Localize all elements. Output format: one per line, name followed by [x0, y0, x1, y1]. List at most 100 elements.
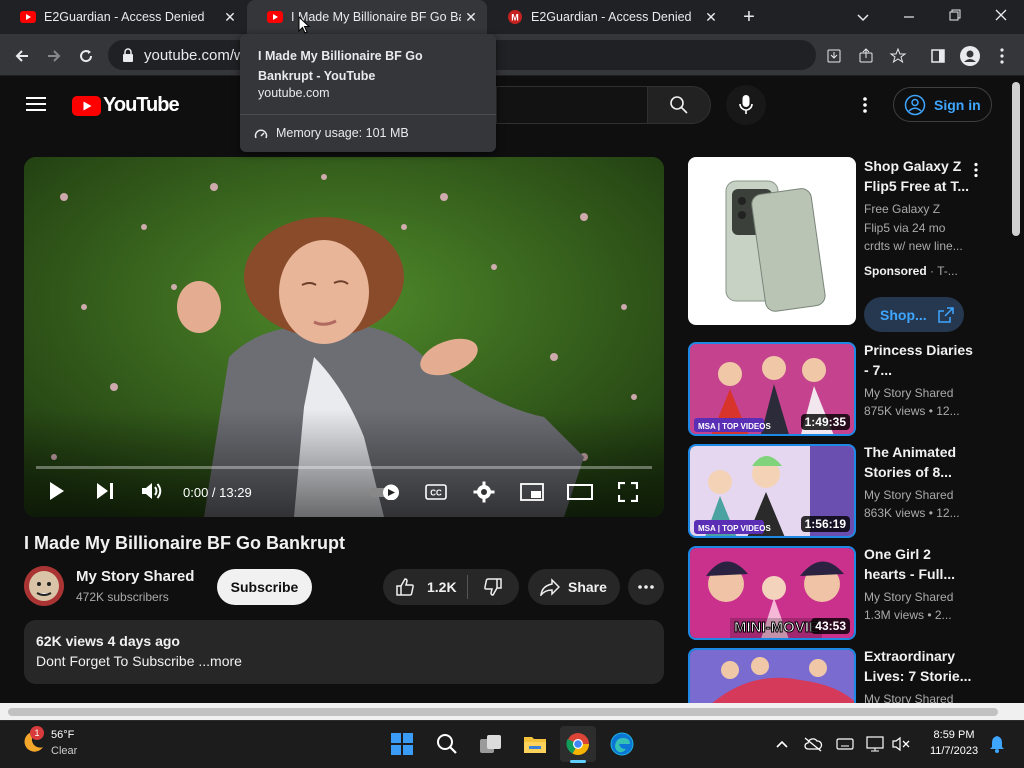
back-icon[interactable] — [8, 42, 36, 70]
voice-search-button[interactable] — [726, 85, 766, 125]
thumbs-up-icon — [396, 578, 414, 596]
volume-muted-icon[interactable] — [892, 734, 912, 754]
thumbnail-art — [690, 650, 854, 703]
keyboard-icon[interactable] — [835, 734, 855, 754]
lock-icon[interactable] — [122, 48, 134, 62]
advertiser-name: · T-... — [926, 264, 958, 278]
volume-icon[interactable] — [141, 480, 163, 502]
hovercard-title: I Made My Billionaire BF Go Bankrupt - Y… — [258, 49, 423, 83]
tab-strip: E2Guardian - Access Denied ✕ I Made My B… — [0, 0, 1024, 34]
subscribe-button[interactable]: Subscribe — [217, 569, 312, 605]
settings-more-icon[interactable] — [862, 96, 868, 119]
weather-widget[interactable]: 1 — [20, 726, 46, 755]
video-title[interactable]: The Animated Stories of 8... — [864, 442, 974, 482]
youtube-icon — [267, 9, 283, 25]
channel-name[interactable]: My Story Shared — [76, 568, 194, 585]
new-tab-button[interactable]: + — [738, 6, 760, 28]
tab-e2guardian-1[interactable]: E2Guardian - Access Denied ✕ — [0, 0, 246, 34]
chrome-icon[interactable] — [560, 726, 596, 762]
ad-menu-icon[interactable] — [973, 162, 979, 183]
bookmark-star-icon[interactable] — [884, 42, 912, 70]
clock-time[interactable]: 8:59 PM — [925, 729, 983, 741]
ad-title[interactable]: Shop Galaxy Z Flip5 Free at T... — [864, 156, 974, 196]
show-hidden-icons[interactable] — [772, 734, 792, 754]
autoplay-toggle[interactable] — [367, 482, 403, 502]
tab-search-icon[interactable] — [854, 8, 872, 26]
clock-date[interactable]: 11/7/2023 — [923, 745, 985, 757]
svg-text:CC: CC — [430, 489, 442, 498]
miniplayer-icon[interactable] — [520, 481, 544, 503]
video-duration: 1:49:35 — [800, 414, 850, 430]
close-tab-icon[interactable]: ✕ — [703, 9, 719, 25]
video-thumbnail[interactable]: MSA | TOP VIDEOS 1:49:35 — [688, 342, 856, 436]
external-link-icon — [937, 306, 954, 323]
video-thumbnail[interactable] — [688, 648, 856, 703]
like-dislike-group: 1.2K — [383, 569, 519, 605]
svg-text:M: M — [511, 13, 519, 23]
ad-shop-button[interactable]: Shop... — [864, 297, 964, 332]
notification-bell-icon[interactable] — [987, 734, 1007, 754]
settings-gear-icon[interactable] — [472, 481, 496, 503]
ad-thumbnail[interactable] — [688, 157, 856, 325]
video-title[interactable]: One Girl 2 hearts - Full... — [864, 544, 974, 584]
file-explorer-icon[interactable] — [517, 726, 553, 762]
close-window-icon[interactable] — [992, 6, 1010, 24]
play-icon[interactable] — [46, 480, 68, 502]
description-box[interactable]: 62K views 4 days ago Dont Forget To Subs… — [24, 620, 664, 684]
ad-description: Free Galaxy Z Flip5 via 24 mo crdts w/ n… — [864, 202, 963, 253]
hovercard-memory: Memory usage: 101 MB — [276, 126, 409, 140]
video-meta: 863K views • 12... — [864, 506, 960, 520]
tab-e2guardian-2[interactable]: M E2Guardian - Access Denied ✕ — [487, 0, 727, 34]
theater-mode-icon[interactable] — [566, 481, 594, 503]
video-thumbnail[interactable]: MINI-MOVIE 43:53 — [688, 546, 856, 640]
next-video-icon[interactable] — [94, 480, 116, 502]
video-thumbnail[interactable]: MSA | TOP VIDEOS 1:56:19 — [688, 444, 856, 538]
side-panel-icon[interactable] — [924, 42, 952, 70]
search-button[interactable] — [647, 86, 711, 124]
hovercard-domain: youtube.com — [258, 86, 330, 100]
reload-icon[interactable] — [72, 42, 100, 70]
network-display-icon[interactable] — [866, 734, 886, 754]
thumbnail-caption: MINI-MOVIE — [734, 619, 820, 637]
search-input[interactable] — [496, 86, 648, 124]
task-view-icon[interactable] — [473, 726, 509, 762]
hamburger-menu-icon[interactable] — [26, 96, 46, 112]
chrome-menu-icon[interactable] — [988, 42, 1016, 70]
youtube-logo[interactable]: YouTube — [72, 94, 180, 117]
channel-avatar[interactable] — [24, 566, 64, 606]
vertical-scrollbar-thumb[interactable] — [1012, 82, 1020, 236]
restore-window-icon[interactable] — [946, 6, 964, 24]
horizontal-scrollbar-thumb[interactable] — [8, 708, 998, 716]
close-tab-icon[interactable]: ✕ — [463, 9, 479, 25]
profile-icon[interactable] — [956, 42, 984, 70]
sign-in-button[interactable]: Sign in — [893, 87, 992, 122]
search-icon[interactable] — [429, 726, 465, 762]
more-actions-button[interactable] — [628, 569, 664, 605]
like-button[interactable]: 1.2K — [383, 569, 467, 605]
video-title: I Made My Billionaire BF Go Bankrupt — [24, 533, 346, 553]
video-duration: 43:53 — [811, 618, 850, 634]
minimize-window-icon[interactable] — [900, 8, 918, 26]
video-title[interactable]: Princess Diaries - 7... — [864, 340, 974, 380]
edge-icon[interactable] — [604, 726, 640, 762]
search-icon — [670, 96, 688, 114]
video-title[interactable]: Extraordinary Lives: 7 Storie... — [864, 646, 974, 686]
video-channel: My Story Shared — [864, 692, 954, 703]
closed-captions-icon[interactable]: CC — [424, 481, 448, 503]
cloud-offline-icon[interactable] — [803, 734, 823, 754]
tab-hover-card: I Made My Billionaire BF Go Bankrupt - Y… — [240, 34, 496, 152]
dislike-button[interactable] — [468, 569, 518, 605]
forward-icon[interactable] — [40, 42, 68, 70]
share-button[interactable]: Share — [528, 569, 620, 605]
account-icon — [904, 94, 926, 115]
tab-title: E2Guardian - Access Denied — [44, 10, 205, 24]
fullscreen-icon[interactable] — [616, 481, 640, 503]
share-page-icon[interactable] — [852, 42, 880, 70]
close-tab-icon[interactable]: ✕ — [222, 9, 238, 25]
install-app-icon[interactable] — [820, 42, 848, 70]
views-and-date: 62K views 4 days ago — [36, 633, 180, 649]
windows-start-icon[interactable] — [384, 726, 420, 762]
channel-badge: MSA | TOP VIDEOS — [698, 524, 771, 533]
tab-youtube-video[interactable]: I Made My Billionaire BF Go Bankrupt - Y… — [247, 0, 487, 34]
active-app-indicator — [570, 760, 586, 763]
